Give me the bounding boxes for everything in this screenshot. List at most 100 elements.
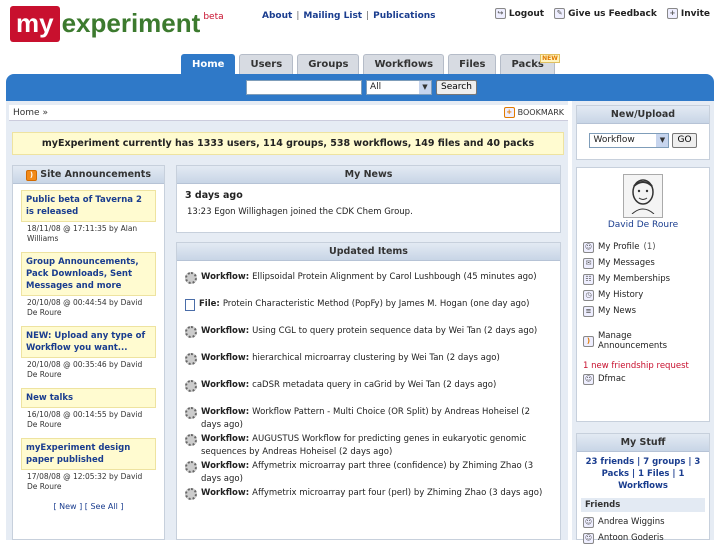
friendship-request[interactable]: 1 new friendship request — [583, 361, 703, 371]
updated-item[interactable]: Workflow: hierarchical microarray cluster… — [185, 346, 552, 373]
item-title[interactable]: Protein Characteristic Method (PopFy) by… — [223, 299, 530, 309]
feedback-link[interactable]: ✎ Give us Feedback — [554, 8, 657, 19]
item-kind: Workflow: — [201, 272, 250, 282]
friend-item[interactable]: ☺ Antoon Goderis — [577, 530, 709, 546]
tab-packs[interactable]: Packs NEW — [500, 54, 560, 74]
my-stuff-header: My Stuff — [577, 434, 709, 452]
breadcrumb-bar: Home » + BOOKMARK — [9, 105, 568, 121]
announcement-title[interactable]: NEW: Upload any type of Workflow you wan… — [21, 326, 156, 358]
my-history-link[interactable]: ◷ My History — [583, 287, 703, 303]
workflow-icon — [185, 353, 197, 365]
item-title[interactable]: hierarchical microarray clustering by We… — [252, 353, 500, 363]
my-memberships-link[interactable]: ☷ My Memberships — [583, 271, 703, 287]
upload-type-value: Workflow — [593, 135, 635, 145]
item-title[interactable]: Affymetrix microarray part three (confid… — [201, 461, 533, 484]
item-kind: Workflow: — [201, 326, 250, 336]
updated-item[interactable]: File: Protein Characteristic Method (PopF… — [185, 292, 552, 319]
profile-panel: David De Roure ☺ My Profile (1) ✉ My Messag… — [576, 167, 710, 422]
breadcrumb[interactable]: Home » — [13, 108, 48, 118]
tab-home[interactable]: Home — [181, 54, 236, 74]
search-type-select[interactable]: All ▼ — [366, 80, 432, 95]
workflow-icon — [185, 434, 197, 446]
avatar[interactable] — [623, 174, 663, 218]
friend-link[interactable]: ☺ Dfmac — [583, 371, 703, 387]
search-type-value: All — [370, 82, 382, 92]
mail-icon: ✉ — [583, 257, 594, 269]
updated-item[interactable]: Workflow: Workflow Pattern - Multi Choice… — [185, 400, 552, 430]
profile-name[interactable]: David De Roure — [577, 220, 709, 231]
item-title[interactable]: Affymetrix microarray part four (perl) b… — [252, 488, 542, 498]
file-icon — [185, 299, 195, 311]
workflow-icon — [185, 407, 197, 419]
updated-item-text: File: Protein Characteristic Method (PopF… — [199, 298, 529, 311]
logo-beta: beta — [203, 12, 224, 22]
announcement-item: Group Announcements, Pack Downloads, Sen… — [21, 252, 156, 320]
upload-type-select[interactable]: Workflow ▼ — [589, 133, 670, 148]
new-upload-row: Workflow ▼ GO — [577, 133, 709, 148]
updated-item-text: Workflow: Affymetrix microarray part four… — [201, 487, 542, 500]
item-title[interactable]: Using CGL to query protein sequence data… — [252, 326, 537, 336]
my-news-header: My News — [177, 166, 560, 184]
feedback-icon: ✎ — [554, 8, 566, 19]
go-button[interactable]: GO — [672, 133, 697, 148]
my-messages-link[interactable]: ✉ My Messages — [583, 255, 703, 271]
workflow-icon — [185, 380, 197, 392]
top-links: About | Mailing List | Publications — [262, 11, 436, 21]
announcement-item: Public beta of Taverna 2 is released 18/1… — [21, 190, 156, 246]
separator: | — [366, 11, 370, 21]
user-icon: ☺ — [583, 516, 594, 528]
announcement-title[interactable]: Group Announcements, Pack Downloads, Sen… — [21, 252, 156, 296]
publications-link[interactable]: Publications — [373, 11, 435, 21]
search-input[interactable] — [246, 80, 362, 95]
item-kind: Workflow: — [201, 434, 250, 444]
updated-item[interactable]: Workflow: caDSR metadata query in caGrid … — [185, 373, 552, 400]
item-kind: Workflow: — [201, 461, 250, 471]
updated-items-list: Workflow: Ellipsoidal Protein Alignment b… — [177, 261, 560, 508]
logo[interactable]: my experiment beta — [10, 6, 224, 42]
announcements-footer[interactable]: [ New ] [ See All ] — [13, 502, 164, 511]
invite-icon: + — [666, 8, 678, 19]
my-stuff-summary[interactable]: 23 friends | 7 groups | 3 Packs | 1 File… — [577, 452, 709, 496]
item-title[interactable]: AUGUSTUS Workflow for predicting genes i… — [201, 434, 526, 457]
tab-workflows[interactable]: Workflows — [363, 54, 445, 74]
site-announcements-header: ) Site Announcements — [13, 166, 164, 184]
tab-users[interactable]: Users — [239, 54, 294, 74]
announcement-title[interactable]: myExperiment design paper published — [21, 438, 156, 470]
updated-item-text: Workflow: hierarchical microarray cluster… — [201, 352, 500, 365]
updated-item[interactable]: Workflow: Ellipsoidal Protein Alignment b… — [185, 265, 552, 292]
logout-link[interactable]: ↪ Logout — [494, 8, 544, 19]
my-profile-link[interactable]: ☺ My Profile (1) — [583, 239, 703, 255]
item-title[interactable]: Workflow Pattern - Multi Choice (OR Spli… — [201, 407, 530, 430]
announcement-title[interactable]: Public beta of Taverna 2 is released — [21, 190, 156, 222]
item-title[interactable]: Ellipsoidal Protein Alignment by Carol L… — [252, 272, 536, 282]
chevron-down-icon: ▼ — [656, 134, 669, 147]
manage-announcements-link[interactable]: ) Manage Announcements — [583, 331, 703, 351]
tab-files[interactable]: Files — [448, 54, 497, 74]
profile-badge-count: 1 — [646, 242, 653, 252]
item-title[interactable]: caDSR metadata query in caGrid by Wei Ta… — [252, 380, 496, 390]
search-button[interactable]: Search — [436, 80, 477, 95]
new-badge: NEW — [540, 54, 560, 63]
bookmark-button[interactable]: + BOOKMARK — [503, 107, 564, 118]
user-icon: ☺ — [583, 373, 594, 385]
workflow-icon — [185, 272, 197, 284]
workflow-icon — [185, 461, 197, 473]
updated-item[interactable]: Workflow: Using CGL to query protein sequ… — [185, 319, 552, 346]
logo-my: my — [10, 6, 60, 42]
announcement-title[interactable]: New talks — [21, 388, 156, 408]
my-messages-label: My Messages — [598, 258, 655, 268]
friends-header: Friends — [581, 498, 705, 512]
about-link[interactable]: About — [262, 11, 292, 21]
tab-groups[interactable]: Groups — [297, 54, 360, 74]
invite-link[interactable]: + Invite — [666, 8, 710, 19]
news-item: 13:23 Egon Willighagen joined the CDK Ch… — [187, 207, 413, 217]
updated-item-text: Workflow: Affymetrix microarray part thre… — [201, 460, 552, 486]
manage-announcements-label: Manage Announcements — [597, 331, 668, 351]
mailing-list-link[interactable]: Mailing List — [303, 11, 362, 21]
my-news-label: My News — [598, 306, 637, 316]
my-news-link[interactable]: ≡ My News — [583, 303, 703, 319]
updated-items-panel: Updated Items Workflow: Ellipsoidal Prote… — [176, 242, 561, 540]
friend-item[interactable]: ☺ Andrea Wiggins — [577, 514, 709, 530]
item-kind: File: — [199, 299, 220, 309]
updated-item-text: Workflow: Using CGL to query protein sequ… — [201, 325, 537, 338]
